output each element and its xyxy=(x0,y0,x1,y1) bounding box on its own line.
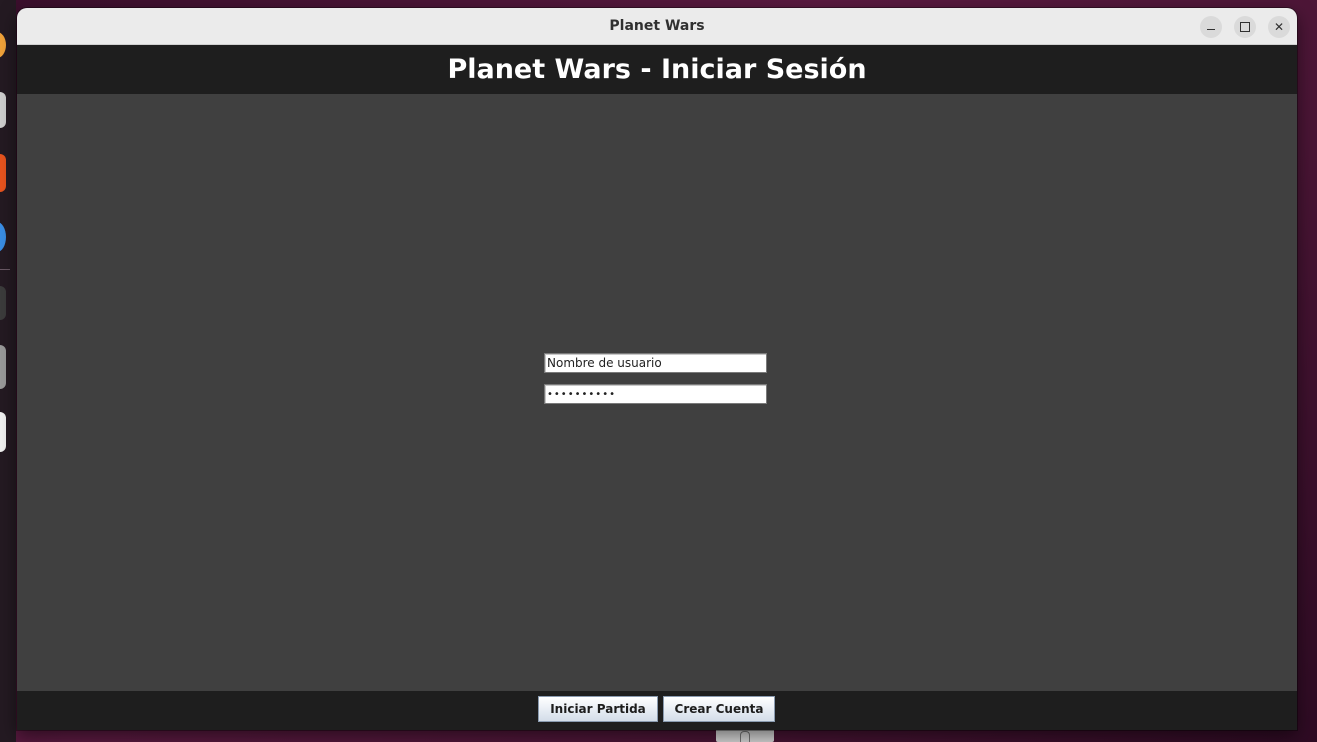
planet-wars-window: Planet Wars ✕ Planet Wars - Iniciar Sesi… xyxy=(17,8,1297,730)
login-panel xyxy=(17,94,1297,691)
desktop-dock xyxy=(0,0,16,742)
dock-separator xyxy=(0,269,10,270)
software-icon[interactable] xyxy=(0,154,6,192)
maximize-icon xyxy=(1240,22,1250,32)
help-icon[interactable] xyxy=(0,222,6,252)
password-input[interactable] xyxy=(544,384,767,404)
files-icon[interactable] xyxy=(0,92,6,128)
page-title: Planet Wars - Iniciar Sesión xyxy=(447,54,867,85)
window-title: Planet Wars xyxy=(609,18,705,34)
terminal-icon[interactable] xyxy=(0,286,6,320)
java-app-icon[interactable] xyxy=(0,345,6,389)
maximize-button[interactable] xyxy=(1234,16,1256,38)
start-game-button[interactable]: Iniciar Partida xyxy=(538,696,658,722)
minimize-icon xyxy=(1207,29,1215,30)
background-window-peek xyxy=(716,728,774,742)
close-icon: ✕ xyxy=(1273,20,1285,34)
login-header: Planet Wars - Iniciar Sesión xyxy=(17,45,1297,94)
minimize-button[interactable] xyxy=(1200,16,1222,38)
lock-icon xyxy=(740,731,750,742)
create-account-button[interactable]: Crear Cuenta xyxy=(663,696,775,722)
text-editor-icon[interactable] xyxy=(0,412,6,452)
firefox-icon[interactable] xyxy=(0,32,6,58)
button-bar: Iniciar Partida Crear Cuenta xyxy=(17,691,1297,730)
username-input[interactable] xyxy=(544,353,767,373)
window-titlebar[interactable]: Planet Wars ✕ xyxy=(17,8,1297,45)
close-button[interactable]: ✕ xyxy=(1268,16,1290,38)
